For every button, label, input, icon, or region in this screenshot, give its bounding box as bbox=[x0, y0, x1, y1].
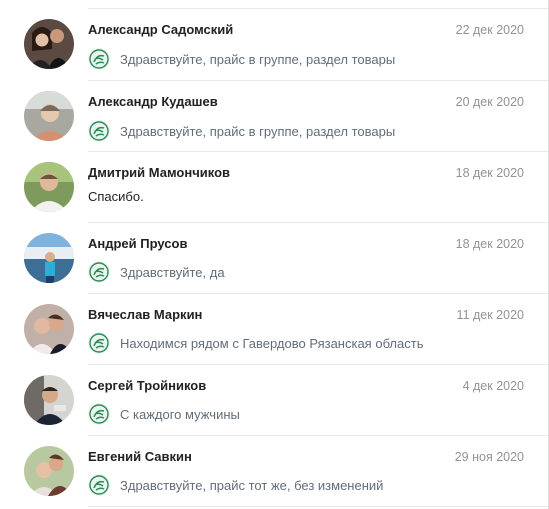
avatar[interactable] bbox=[24, 375, 74, 425]
message-preview: Находимся рядом с Гавердово Рязанская об… bbox=[88, 332, 423, 354]
avatar[interactable] bbox=[24, 19, 74, 69]
money-logo-icon bbox=[88, 403, 110, 425]
message-date: 11 дек 2020 bbox=[456, 308, 524, 322]
message-date: 20 дек 2020 bbox=[455, 95, 524, 109]
money-logo-icon bbox=[88, 474, 110, 496]
message-date: 22 дек 2020 bbox=[455, 23, 524, 37]
message-date: 29 ноя 2020 bbox=[454, 450, 524, 464]
dialog-row[interactable]: Дмитрий Мамончиков 18 дек 2020 Спасибо. bbox=[0, 152, 548, 223]
message-date: 4 дек 2020 bbox=[462, 379, 524, 393]
message-text: Здравствуйте, прайс в группе, раздел тов… bbox=[120, 51, 396, 67]
dialog-row[interactable]: Александр Кудашев 20 дек 2020 Здравствуй… bbox=[0, 81, 548, 152]
avatar[interactable] bbox=[24, 91, 74, 141]
money-logo-icon bbox=[88, 120, 110, 142]
avatar[interactable] bbox=[24, 233, 74, 283]
divider bbox=[88, 506, 548, 507]
dialog-row[interactable]: Александр Садомский 22 дек 2020 Здравств… bbox=[0, 9, 548, 80]
message-preview: С каждого мужчины bbox=[88, 403, 240, 425]
contact-name[interactable]: Андрей Прусов bbox=[88, 236, 187, 251]
contact-name[interactable]: Сергей Тройников bbox=[88, 378, 206, 393]
contact-name[interactable]: Вячеслав Маркин bbox=[88, 307, 202, 322]
message-text: Здравствуйте, да bbox=[120, 264, 225, 280]
avatar[interactable] bbox=[24, 446, 74, 496]
avatar[interactable] bbox=[24, 162, 74, 212]
message-text: Находимся рядом с Гавердово Рязанская об… bbox=[120, 335, 424, 351]
contact-name[interactable]: Александр Садомский bbox=[88, 22, 233, 37]
message-text: Спасибо. bbox=[88, 189, 144, 204]
message-preview: Здравствуйте, да bbox=[88, 261, 225, 283]
money-logo-icon bbox=[88, 48, 110, 70]
message-text: Здравствуйте, прайс в группе, раздел тов… bbox=[120, 123, 396, 139]
avatar[interactable] bbox=[24, 304, 74, 354]
message-text: Здравствуйте, прайс тот же, без изменени… bbox=[120, 477, 384, 493]
dialog-row[interactable]: Вячеслав Маркин 11 дек 2020 Находимся ря… bbox=[0, 294, 548, 365]
message-preview: Здравствуйте, прайс тот же, без изменени… bbox=[88, 474, 383, 496]
message-date: 18 дек 2020 bbox=[455, 166, 524, 180]
contact-name[interactable]: Александр Кудашев bbox=[88, 94, 218, 109]
dialog-row[interactable]: Евгений Савкин 29 ноя 2020 Здравствуйте,… bbox=[0, 436, 548, 507]
money-logo-icon bbox=[88, 261, 110, 283]
contact-name[interactable]: Евгений Савкин bbox=[88, 449, 192, 464]
contact-name[interactable]: Дмитрий Мамончиков bbox=[88, 165, 230, 180]
message-preview: Здравствуйте, прайс в группе, раздел тов… bbox=[88, 48, 395, 70]
message-date: 18 дек 2020 bbox=[455, 237, 524, 251]
dialog-row[interactable]: Андрей Прусов 18 дек 2020 Здравствуйте, … bbox=[0, 223, 548, 294]
message-text: С каждого мужчины bbox=[120, 406, 240, 422]
message-preview: Здравствуйте, прайс в группе, раздел тов… bbox=[88, 120, 395, 142]
dialog-row[interactable]: Сергей Тройников 4 дек 2020 С каждого му… bbox=[0, 365, 548, 436]
money-logo-icon bbox=[88, 332, 110, 354]
dialogs-list: Александр Садомский 22 дек 2020 Здравств… bbox=[0, 0, 549, 509]
